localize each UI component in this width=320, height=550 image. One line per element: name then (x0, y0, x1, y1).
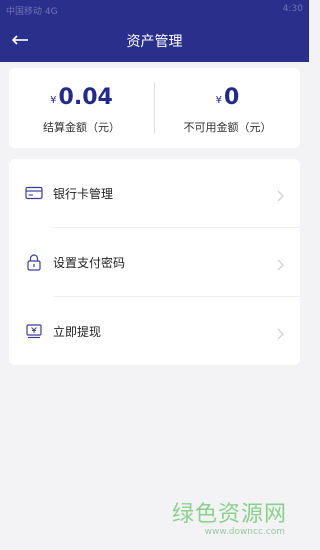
menu-item-withdraw[interactable]: 立即提现 (9, 297, 300, 365)
settled-amount-label: 结算金额（元） (43, 121, 120, 134)
chevron-right-icon (277, 187, 284, 202)
currency-symbol: ¥ (215, 95, 223, 106)
menu-item-label: 银行卡管理 (53, 187, 114, 201)
watermark-logo-text: 绿色资源网 (171, 502, 287, 527)
lock-icon (25, 253, 43, 271)
menu-item-set-payment-password[interactable]: 设置支付密码 (9, 228, 300, 296)
watermark-url: www.downcc.com (204, 527, 285, 537)
unavailable-amount-value: 0 (224, 85, 240, 110)
status-bar: 中国移动 4G 4:30 (0, 0, 309, 20)
bank-card-icon (25, 184, 43, 202)
menu-item-label: 设置支付密码 (53, 256, 126, 270)
menu-card: 银行卡管理 设置支付密码 立即提现 (9, 159, 300, 365)
settled-amount-block: ¥0.04 结算金额（元） (9, 86, 154, 135)
settled-amount: ¥0.04 (9, 86, 154, 113)
unavailable-amount-label: 不可用金额（元） (183, 121, 272, 134)
withdraw-icon (25, 322, 43, 340)
carrier-text: 中国移动 4G (6, 7, 58, 17)
unavailable-amount-block: ¥0 不可用金额（元） (155, 86, 300, 135)
menu-item-bank-card[interactable]: 银行卡管理 (9, 159, 300, 227)
status-time: 4:30 (282, 4, 303, 14)
top-navigation-bar: 资产管理 (0, 20, 309, 62)
chevron-right-icon (277, 325, 284, 340)
page-title: 资产管理 (126, 34, 183, 50)
currency-symbol: ¥ (50, 95, 57, 106)
unavailable-amount: ¥0 (155, 86, 300, 113)
chevron-right-icon (277, 256, 284, 271)
settled-amount-value: 0.04 (58, 85, 113, 110)
balance-card: ¥0.04 结算金额（元） ¥0 不可用金额（元） (9, 68, 300, 148)
menu-item-label: 立即提现 (53, 325, 102, 339)
